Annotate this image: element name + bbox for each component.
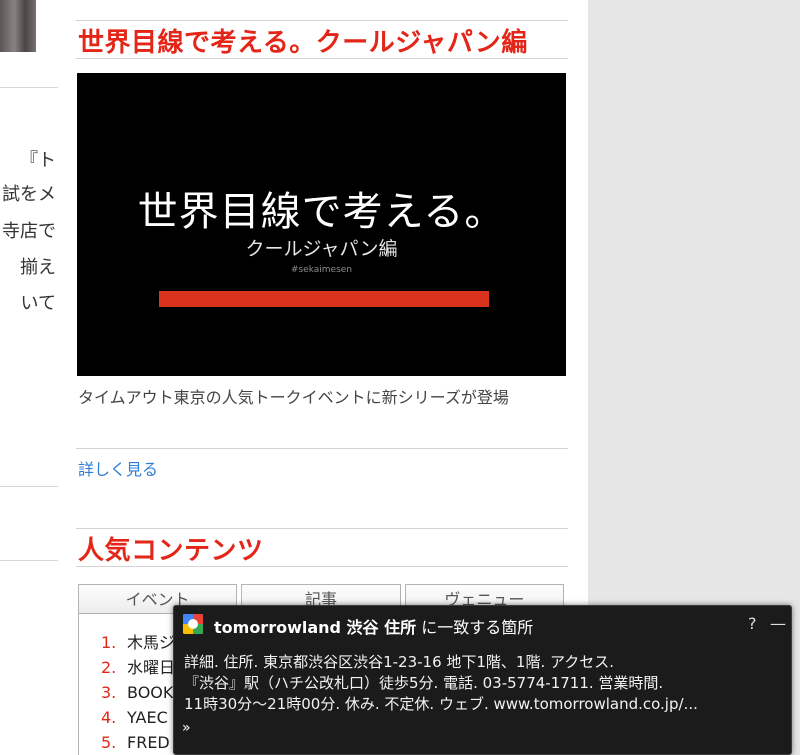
list-item-title: FRED (127, 733, 170, 752)
rank-number: 3. (101, 683, 117, 702)
popup-snippet[interactable]: 詳細. 住所. 東京都渋谷区渋谷1-23-16 地下1階、1階. アクセス. 『… (184, 652, 784, 715)
popular-section-title: 人気コンテンツ (78, 536, 264, 566)
more-arrow-icon[interactable]: » (182, 720, 191, 736)
article-text-fragment: 揃え (20, 257, 56, 278)
popup-title: tomorrowland 渋谷 住所 に一致する箇所 (214, 614, 533, 638)
snippet-line: 『渋谷』駅（ハチ公改札口）徒歩5分. 電話. 03-5774-1711. 営業時… (184, 674, 664, 692)
list-item-title: 水曜日 (127, 658, 176, 677)
divider (76, 566, 568, 567)
list-item[interactable]: 1. 木馬ジ (101, 630, 175, 655)
search-results-popup: tomorrowland 渋谷 住所 に一致する箇所 ? — 詳細. 住所. 東… (173, 605, 792, 755)
rank-number: 2. (101, 658, 117, 677)
divider (76, 58, 568, 59)
rank-number: 1. (101, 633, 117, 652)
banner-red-bar (159, 291, 489, 307)
divider (0, 560, 58, 561)
list-item-title: BOOK (127, 683, 174, 702)
banner-title: 世界目線で考える。 (137, 189, 506, 235)
divider (76, 448, 568, 449)
article-text-fragment: いて (20, 293, 56, 314)
list-item[interactable]: 5. FRED (101, 730, 175, 755)
snippet-line: 11時30分～21時00分. 休み. 不定休. ウェブ. www.tomorro… (184, 695, 698, 713)
article-text-fragment: 寺店で (2, 221, 56, 242)
list-item-title: 木馬ジ (127, 633, 176, 652)
list-item[interactable]: 4. YAEC (101, 705, 175, 730)
popup-query: tomorrowland 渋谷 住所 (214, 618, 417, 637)
feature-caption: タイムアウト東京の人気トークイベントに新シリーズが登場 (78, 388, 509, 407)
feature-banner-image[interactable]: 世界目線で考える。 クールジャパン編 #sekaimesen (77, 73, 566, 376)
rank-number: 5. (101, 733, 117, 752)
popup-title-suffix: に一致する箇所 (416, 618, 534, 637)
snippet-line: 詳細. 住所. 東京都渋谷区渋谷1-23-16 地下1階、1階. アクセス. (184, 653, 615, 671)
thumbnail-image[interactable] (0, 0, 36, 52)
banner-subtitle: クールジャパン編 (245, 238, 398, 260)
google-icon (183, 614, 203, 634)
list-item-title: YAEC (127, 708, 168, 727)
read-more-link[interactable]: 詳しく見る (78, 456, 158, 480)
divider (76, 20, 568, 21)
rank-number: 4. (101, 708, 117, 727)
divider (0, 486, 58, 487)
list-item[interactable]: 2. 水曜日 (101, 655, 175, 680)
help-button[interactable]: ? (748, 614, 757, 633)
article-text-fragment: 『ト (20, 150, 56, 171)
popup-header: tomorrowland 渋谷 住所 に一致する箇所 ? — (174, 606, 791, 642)
divider (76, 528, 568, 529)
article-text-fragment: 試をメ (2, 184, 56, 205)
left-column: 『ト 試をメ 寺店で 揃え いて (0, 0, 58, 755)
feature-section-title: 世界目線で考える。クールジャパン編 (78, 28, 528, 58)
divider (0, 87, 58, 88)
minimize-button[interactable]: — (770, 614, 786, 633)
banner-hashtag: #sekaimesen (290, 265, 353, 275)
list-item[interactable]: 3. BOOK (101, 680, 175, 705)
ranking-list: 1. 木馬ジ 2. 水曜日 3. BOOK 4. YAEC 5. FRED (101, 630, 175, 755)
